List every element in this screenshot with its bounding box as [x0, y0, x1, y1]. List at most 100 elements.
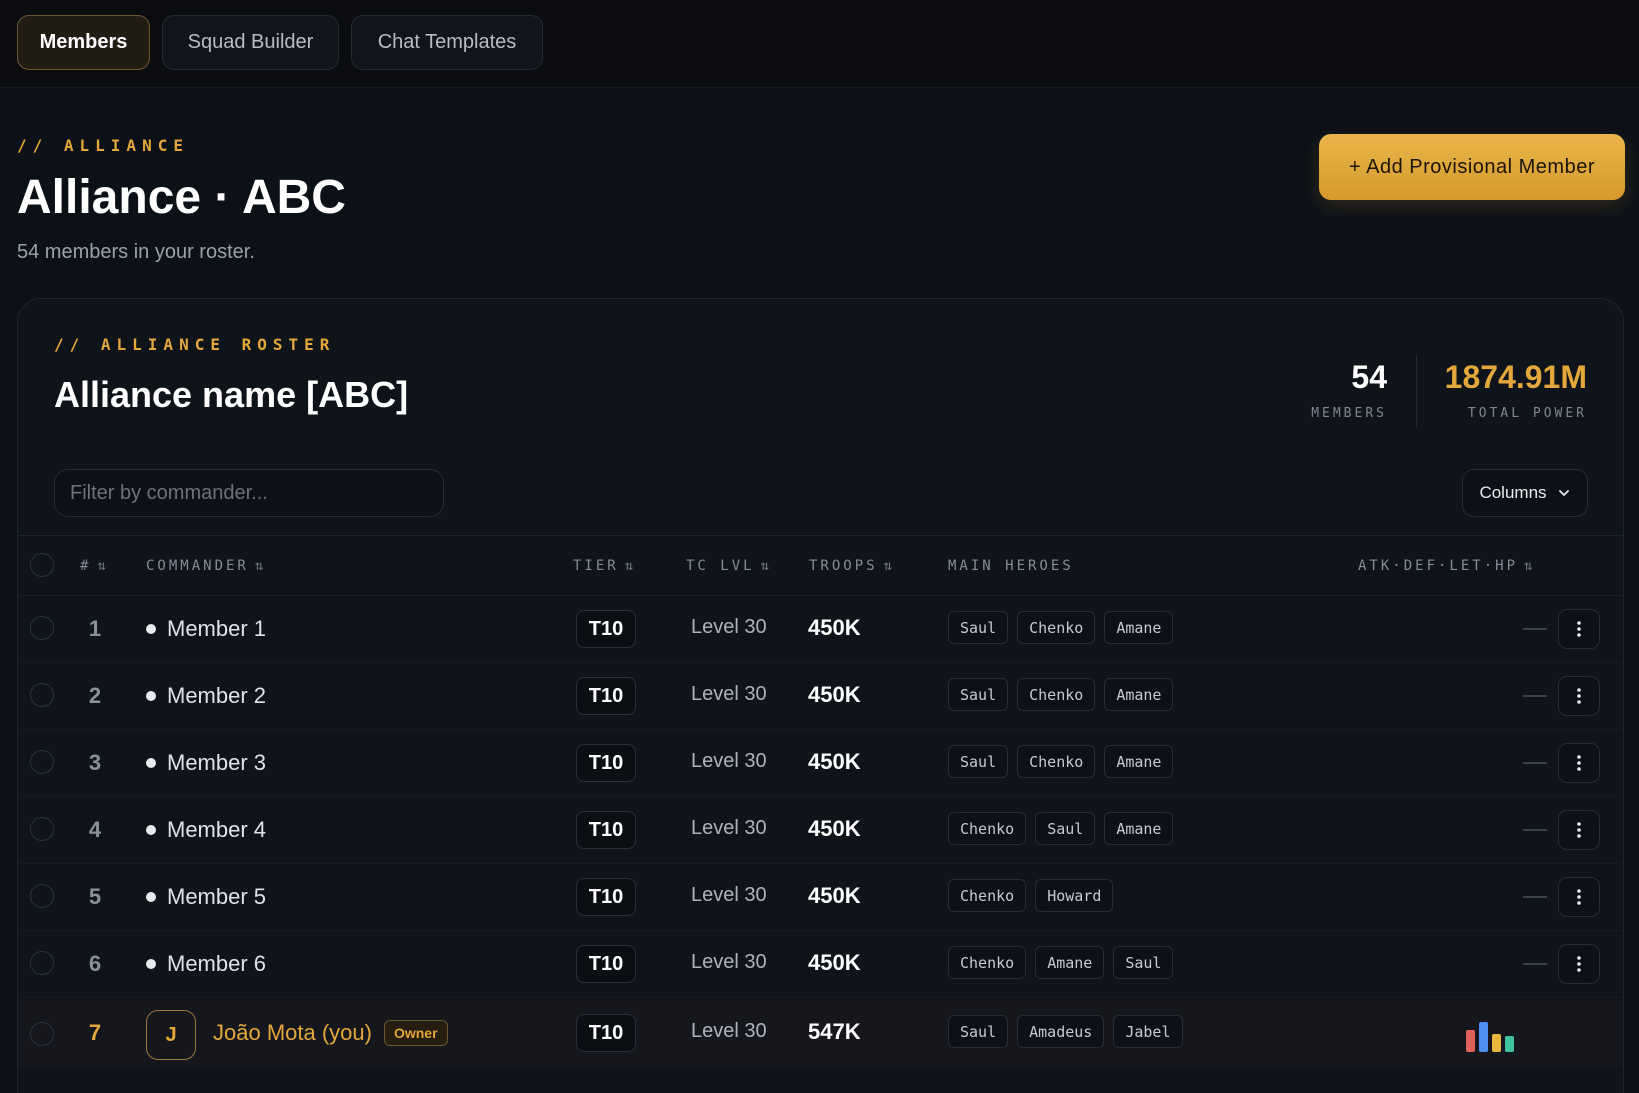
tier-badge: T10: [576, 811, 636, 849]
tc-level: Level 30: [691, 951, 767, 973]
add-provisional-member-button[interactable]: + Add Provisional Member: [1319, 134, 1625, 200]
row-menu-button[interactable]: [1558, 877, 1600, 917]
row-menu-button[interactable]: [1558, 810, 1600, 850]
row-menu-button[interactable]: [1558, 743, 1600, 783]
sort-icon: ⇅: [254, 558, 264, 574]
commander-name[interactable]: Member 3: [146, 750, 266, 776]
row-select-radio[interactable]: [30, 951, 54, 975]
row-number: 2: [88, 683, 102, 708]
troops-value: 450K: [808, 682, 861, 707]
column-header-commander[interactable]: COMMANDER ⇅: [146, 558, 263, 574]
tab-squad-builder[interactable]: Squad Builder: [162, 15, 339, 70]
empty-stats-dash: [1523, 963, 1547, 965]
stat-bar: [1479, 1022, 1488, 1052]
hero-tag: Chenko: [1017, 611, 1096, 644]
troops-value: 450K: [808, 883, 861, 908]
members-stat: 54 MEMBERS: [1311, 359, 1387, 421]
commander-name-text: Member 2: [167, 683, 267, 708]
row-number: 5: [88, 884, 102, 909]
power-stat: 1874.91M TOTAL POWER: [1445, 359, 1587, 421]
hero-tag: Saul: [1113, 946, 1174, 979]
select-all-radio[interactable]: [30, 553, 54, 577]
commander-name-text: Member 5: [167, 884, 267, 909]
row-select-radio[interactable]: [30, 1022, 54, 1046]
column-header-troops[interactable]: TROOPS ⇅: [809, 558, 892, 574]
sort-icon: ⇅: [97, 558, 106, 574]
commander-filter-input[interactable]: [54, 469, 444, 517]
hero-tag: Chenko: [948, 879, 1027, 912]
table-row[interactable]: 6 Member 6 T10 Level 30 450K Chenko Amane…: [18, 931, 1623, 998]
hero-tag: Amadeus: [1017, 1015, 1105, 1048]
tc-level: Level 30: [691, 817, 767, 839]
row-menu-button[interactable]: [1558, 676, 1600, 716]
tc-level: Level 30: [691, 1020, 767, 1042]
row-select-radio[interactable]: [30, 750, 54, 774]
columns-label: Columns: [1479, 483, 1547, 502]
hero-tag: Jabel: [1113, 1015, 1183, 1048]
table-row-you[interactable]: 7 J João Mota (you) Owner T10 Level 30 5…: [18, 1000, 1623, 1067]
stat-bar: [1505, 1036, 1514, 1052]
tier-badge: T10: [576, 945, 636, 983]
hero-list: Chenko Howard: [948, 879, 1114, 912]
commander-name[interactable]: Member 4: [146, 817, 266, 843]
chevron-down-icon: [1558, 490, 1569, 496]
roster-eyebrow: // ALLIANCE ROSTER: [54, 335, 336, 354]
column-header-stats[interactable]: ATK·DEF·LET·HP ⇅: [1358, 558, 1532, 574]
row-select-radio[interactable]: [30, 817, 54, 841]
column-header-tc-lvl[interactable]: TC LVL ⇅: [686, 558, 769, 574]
row-select-radio[interactable]: [30, 616, 54, 640]
hero-tag: Chenko: [1017, 745, 1096, 778]
hero-tag: Saul: [948, 611, 1009, 644]
commander-name[interactable]: João Mota (you) Owner: [213, 1020, 448, 1046]
tab-members[interactable]: Members: [17, 15, 150, 70]
page-subtitle: 54 members in your roster.: [17, 241, 255, 263]
row-select-radio[interactable]: [30, 683, 54, 707]
tier-badge: T10: [576, 677, 636, 715]
more-vertical-icon: [1577, 822, 1581, 838]
tier-badge: T10: [576, 744, 636, 782]
commander-name[interactable]: Member 2: [146, 683, 266, 709]
troops-value: 450K: [808, 816, 861, 841]
top-nav-bar: Members Squad Builder Chat Templates: [0, 0, 1639, 88]
row-number: 6: [88, 951, 102, 976]
status-dot: [146, 624, 156, 634]
hero-tag: Saul: [948, 1015, 1009, 1048]
tier-badge: T10: [576, 1014, 636, 1052]
more-vertical-icon: [1577, 755, 1581, 771]
hero-tag: Amane: [1104, 678, 1174, 711]
hero-tag: Amane: [1104, 611, 1174, 644]
row-select-radio[interactable]: [30, 884, 54, 908]
table-row[interactable]: 1 Member 1 T10 Level 30 450K Saul Chenko A…: [18, 596, 1623, 663]
stat-bar: [1466, 1030, 1475, 1052]
table-row[interactable]: 3 Member 3 T10 Level 30 450K Saul Chenko A…: [18, 730, 1623, 797]
hero-tag: Chenko: [948, 946, 1027, 979]
tab-chat-templates[interactable]: Chat Templates: [351, 15, 543, 70]
column-header-num[interactable]: # ⇅: [80, 558, 106, 574]
hero-tag: Saul: [948, 678, 1009, 711]
troops-value: 450K: [808, 749, 861, 774]
hero-list: Saul Chenko Amane: [948, 745, 1174, 778]
column-header-tier[interactable]: TIER ⇅: [573, 558, 633, 574]
commander-name[interactable]: Member 6: [146, 951, 266, 977]
status-dot: [146, 758, 156, 768]
status-dot: [146, 959, 156, 969]
more-vertical-icon: [1577, 688, 1581, 704]
sort-icon: ⇅: [624, 558, 634, 574]
table-row[interactable]: 2 Member 2 T10 Level 30 450K Saul Chenko A…: [18, 663, 1623, 730]
stat-divider: [1416, 355, 1417, 427]
table-row[interactable]: 4 Member 4 T10 Level 30 450K Chenko Saul A…: [18, 797, 1623, 864]
commander-name[interactable]: Member 5: [146, 884, 266, 910]
table-row[interactable]: 5 Member 5 T10 Level 30 450K Chenko Howar…: [18, 864, 1623, 931]
columns-dropdown-button[interactable]: Columns: [1462, 469, 1588, 517]
more-vertical-icon: [1577, 621, 1581, 637]
hero-tag: Howard: [1035, 879, 1114, 912]
commander-name[interactable]: Member 1: [146, 616, 266, 642]
row-menu-button[interactable]: [1558, 944, 1600, 984]
commander-name-text: João Mota (you): [213, 1020, 372, 1045]
hero-list: Saul Chenko Amane: [948, 611, 1174, 644]
hero-list: Saul Chenko Amane: [948, 678, 1174, 711]
row-menu-button[interactable]: [1558, 609, 1600, 649]
page-eyebrow: // ALLIANCE: [17, 136, 189, 155]
roster-title: Alliance name [ABC]: [54, 374, 409, 415]
total-power-value: 1874.91M: [1444, 359, 1587, 395]
